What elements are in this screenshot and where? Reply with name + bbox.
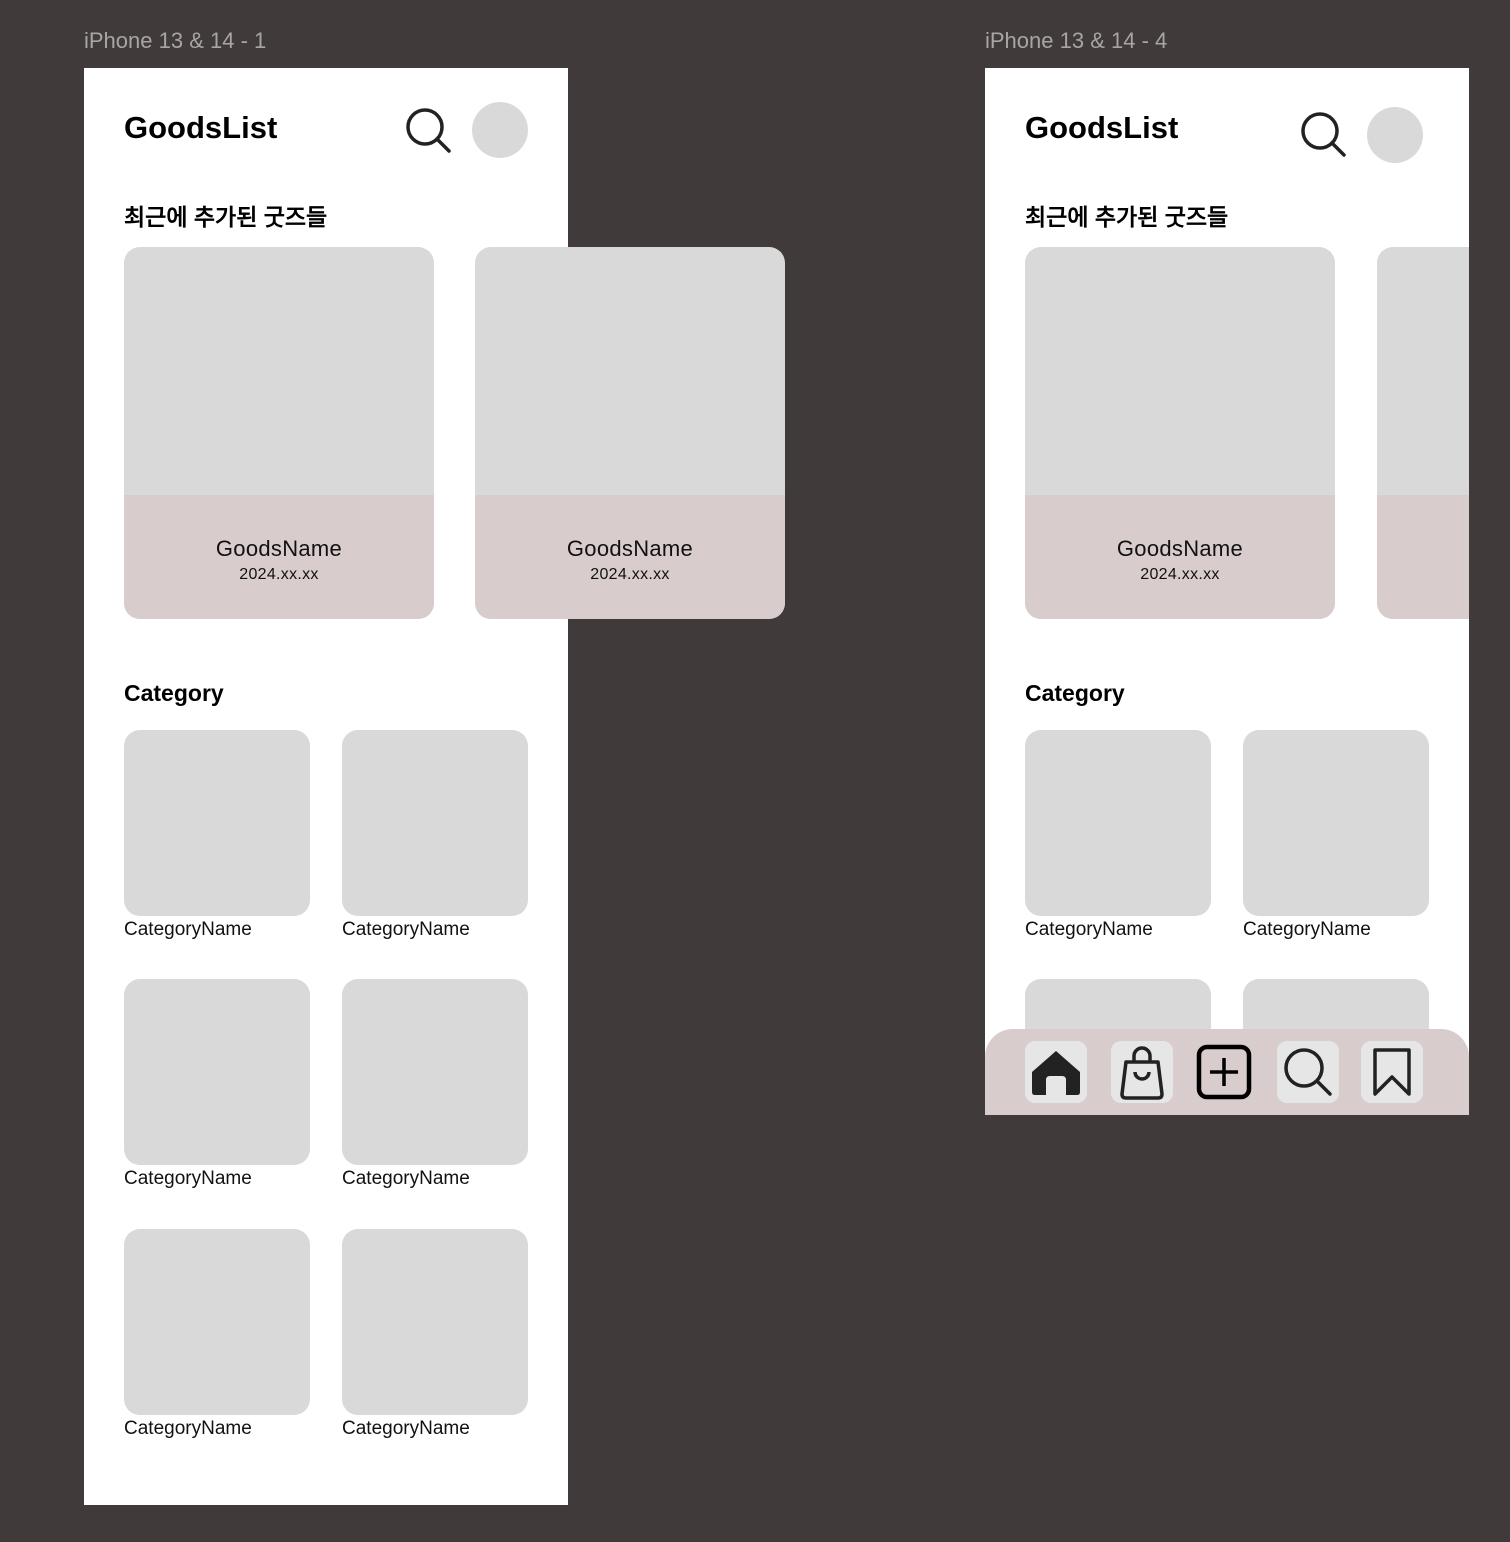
category-thumbnail: [124, 730, 310, 916]
home-icon: [1032, 1051, 1080, 1095]
goods-card-partial[interactable]: [1377, 247, 1469, 619]
search-icon: [1301, 112, 1346, 157]
avatar[interactable]: [472, 102, 528, 158]
frame-label: iPhone 13 & 14 - 4: [985, 28, 1168, 53]
recent-goods-title: 최근에 추가된 굿즈들: [1025, 204, 1229, 230]
avatar[interactable]: [1367, 107, 1423, 163]
nav-bookmark-button[interactable]: [1361, 1041, 1423, 1103]
recent-goods-title: 최근에 추가된 굿즈들: [124, 204, 328, 230]
nav-add-button[interactable]: [1193, 1041, 1255, 1103]
bottom-nav-bar: [985, 1029, 1469, 1115]
category-name: CategoryName: [1025, 919, 1153, 940]
category-title: Category: [124, 680, 224, 706]
app-title: GoodsList: [1025, 110, 1179, 145]
goods-card[interactable]: GoodsName 2024.xx.xx: [475, 247, 785, 619]
category-name: CategoryName: [1243, 919, 1371, 940]
category-name: CategoryName: [342, 919, 470, 940]
goods-date: 2024.xx.xx: [239, 566, 319, 583]
category-item[interactable]: CategoryName: [342, 979, 528, 1190]
bookmark-icon: [1373, 1048, 1411, 1096]
goods-card-info: GoodsName 2024.xx.xx: [124, 495, 434, 619]
add-square-icon: [1196, 1044, 1252, 1100]
search-icon: [1284, 1048, 1332, 1096]
goods-name: GoodsName: [566, 536, 694, 561]
category-thumbnail: [342, 1229, 528, 1415]
phone-frame-home-with-nav: GoodsList 최근에 추가된 굿즈들 GoodsName 2024.xx.…: [985, 68, 1469, 1115]
search-icon: [406, 108, 451, 153]
category-item[interactable]: CategoryName: [1243, 730, 1429, 941]
goods-card[interactable]: GoodsName 2024.xx.xx: [1025, 247, 1335, 619]
nav-shop-button[interactable]: [1111, 1041, 1173, 1103]
search-button[interactable]: [1299, 110, 1349, 160]
category-item[interactable]: CategoryName: [1025, 730, 1211, 941]
goods-card-info: GoodsName 2024.xx.xx: [1025, 495, 1335, 619]
category-name: CategoryName: [124, 1418, 252, 1439]
category-item[interactable]: CategoryName: [124, 979, 310, 1190]
nav-search-button[interactable]: [1277, 1041, 1339, 1103]
category-item[interactable]: CategoryName: [124, 730, 310, 941]
goods-card-info: GoodsName 2024.xx.xx: [475, 495, 785, 619]
category-thumbnail: [1243, 730, 1429, 916]
category-item[interactable]: CategoryName: [342, 730, 528, 941]
search-button[interactable]: [404, 106, 454, 156]
category-item[interactable]: CategoryName: [342, 1229, 528, 1440]
nav-home-button[interactable]: [1025, 1041, 1087, 1103]
category-thumbnail: [342, 979, 528, 1165]
goods-date: 2024.xx.xx: [590, 566, 670, 583]
category-name: CategoryName: [124, 919, 252, 940]
category-thumbnail: [124, 1229, 310, 1415]
category-name: CategoryName: [124, 1168, 252, 1189]
goods-card[interactable]: GoodsName 2024.xx.xx: [124, 247, 434, 619]
goods-name: GoodsName: [1116, 536, 1244, 561]
category-name: CategoryName: [342, 1168, 470, 1189]
frame-label: iPhone 13 & 14 - 1: [84, 28, 267, 53]
goods-name: GoodsName: [215, 536, 343, 561]
app-title: GoodsList: [124, 110, 278, 145]
category-thumbnail: [124, 979, 310, 1165]
goods-date: 2024.xx.xx: [1140, 566, 1220, 583]
category-thumbnail: [1025, 730, 1211, 916]
category-title: Category: [1025, 680, 1125, 706]
shopping-bag-icon: [1120, 1046, 1164, 1100]
goods-card-info: [1377, 495, 1469, 619]
category-name: CategoryName: [342, 1418, 470, 1439]
category-thumbnail: [342, 730, 528, 916]
category-item[interactable]: CategoryName: [124, 1229, 310, 1440]
